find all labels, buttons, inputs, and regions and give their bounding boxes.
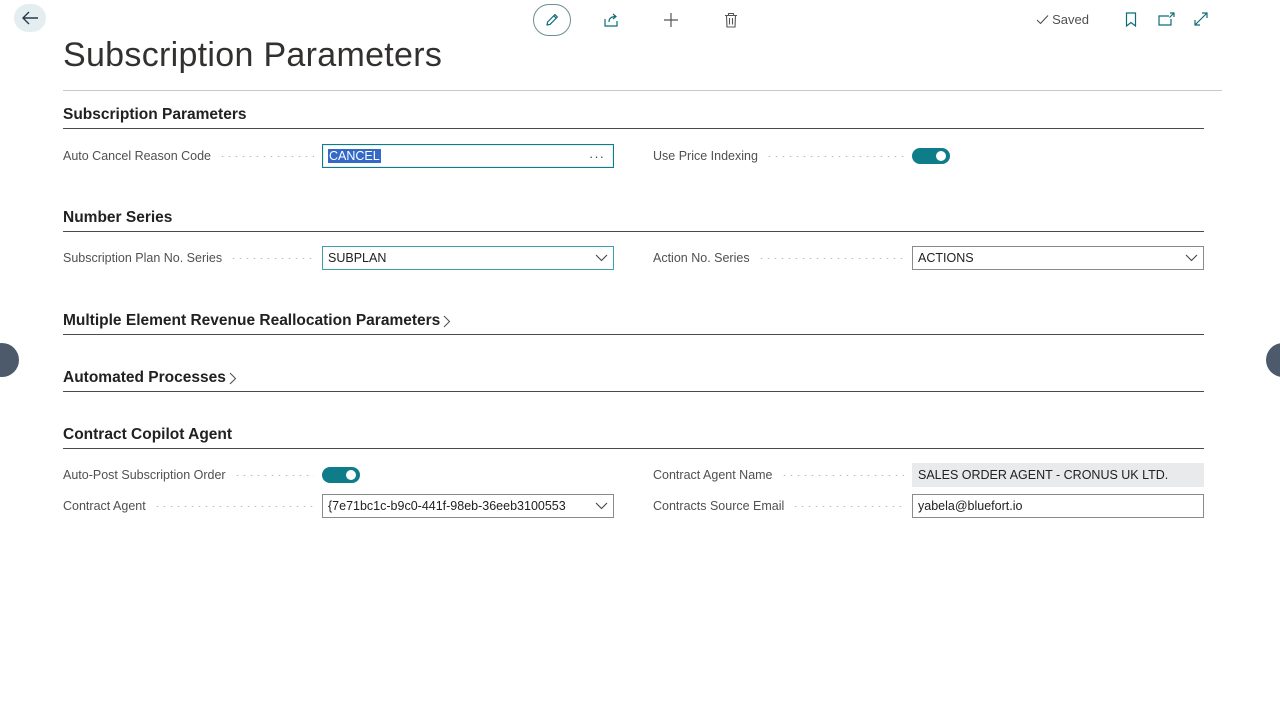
- ellipsis-icon[interactable]: ···: [589, 149, 608, 164]
- section-header[interactable]: Number Series: [63, 205, 1204, 232]
- leader-dots: [792, 505, 904, 507]
- subscription-plan-no-series-select[interactable]: SUBPLAN: [322, 246, 614, 270]
- section-contract-copilot-agent: Contract Copilot Agent: [63, 422, 1204, 449]
- section-number-series: Number Series: [63, 205, 1204, 232]
- field-label: Use Price Indexing: [653, 149, 758, 163]
- field-subscription-plan-no-series: Subscription Plan No. Series SUBPLAN: [63, 246, 614, 270]
- field-label: Auto-Post Subscription Order: [63, 468, 226, 482]
- chevron-right-icon: [443, 315, 451, 328]
- field-label: Auto Cancel Reason Code: [63, 149, 212, 163]
- contract-agent-name-value: SALES ORDER AGENT - CRONUS UK LTD.: [912, 463, 1204, 487]
- auto-post-subscription-order-toggle[interactable]: [322, 467, 360, 483]
- section-header[interactable]: Multiple Element Revenue Reallocation Pa…: [63, 308, 1204, 335]
- section-merr-parameters: Multiple Element Revenue Reallocation Pa…: [63, 308, 1204, 335]
- auto-cancel-reason-code-input[interactable]: CANCEL ···: [322, 144, 614, 168]
- field-label: Contracts Source Email: [653, 499, 785, 513]
- section-title: Automated Processes: [63, 369, 226, 386]
- delete-button[interactable]: [715, 4, 747, 36]
- chevron-right-icon: [229, 372, 237, 385]
- expand-icon: [1194, 12, 1208, 26]
- field-action-no-series: Action No. Series ACTIONS: [653, 246, 1204, 270]
- section-title: Subscription Parameters: [63, 106, 247, 123]
- contracts-source-email-input[interactable]: yabela@bluefort.io: [912, 494, 1204, 518]
- delete-icon: [725, 12, 737, 28]
- use-price-indexing-toggle[interactable]: [912, 148, 950, 164]
- field-value: CANCEL: [328, 149, 381, 163]
- field-use-price-indexing: Use Price Indexing: [653, 144, 1204, 168]
- field-contracts-source-email: Contracts Source Email yabela@bluefort.i…: [653, 494, 1204, 518]
- edit-pencil-icon: [546, 14, 558, 26]
- bookmark-button[interactable]: [1116, 4, 1146, 34]
- field-auto-post-subscription-order: Auto-Post Subscription Order: [63, 463, 614, 487]
- leader-dots: [230, 257, 314, 259]
- field-label: Action No. Series: [653, 251, 750, 265]
- field-value: ACTIONS: [918, 251, 974, 265]
- section-title: Multiple Element Revenue Reallocation Pa…: [63, 312, 441, 329]
- leader-dots: [757, 257, 904, 259]
- section-title: Contract Copilot Agent: [63, 426, 233, 443]
- open-new-window-icon: [1157, 12, 1175, 26]
- back-button[interactable]: [14, 4, 46, 32]
- action-toolbar: [533, 4, 747, 36]
- expand-button[interactable]: [1186, 4, 1216, 34]
- field-contract-agent-name: Contract Agent Name SALES ORDER AGENT - …: [653, 463, 1204, 487]
- leader-dots: [153, 505, 314, 507]
- open-new-window-button[interactable]: [1151, 4, 1181, 34]
- field-label: Subscription Plan No. Series: [63, 251, 223, 265]
- next-record-button[interactable]: [1266, 343, 1280, 377]
- leader-dots: [219, 155, 314, 157]
- field-label: Contract Agent: [63, 499, 146, 513]
- new-button[interactable]: [655, 4, 687, 36]
- edit-button[interactable]: [533, 4, 571, 36]
- page-tools: Saved: [1036, 4, 1216, 34]
- chevron-down-icon[interactable]: [591, 502, 608, 510]
- section-title: Number Series: [63, 209, 173, 226]
- contract-agent-select[interactable]: {7e71bc1c-b9c0-441f-98eb-36eeb3100553: [322, 494, 614, 518]
- check-icon: [1036, 14, 1049, 24]
- field-label: Contract Agent Name: [653, 468, 773, 482]
- saved-label: Saved: [1052, 11, 1089, 27]
- field-contract-agent: Contract Agent {7e71bc1c-b9c0-441f-98eb-…: [63, 494, 614, 518]
- page-title: Subscription Parameters: [63, 36, 443, 74]
- leader-dots: [233, 474, 314, 476]
- previous-record-button[interactable]: [0, 343, 19, 377]
- leader-dots: [765, 155, 904, 157]
- title-divider: [63, 90, 1222, 91]
- share-icon: [604, 13, 618, 27]
- leader-dots: [780, 474, 904, 476]
- share-button[interactable]: [595, 4, 627, 36]
- section-subscription-parameters: Subscription Parameters: [63, 102, 1204, 129]
- action-no-series-select[interactable]: ACTIONS: [912, 246, 1204, 270]
- section-automated-processes: Automated Processes: [63, 365, 1204, 392]
- field-value: SUBPLAN: [328, 251, 387, 265]
- back-arrow-icon: [22, 11, 38, 25]
- field-auto-cancel-reason-code: Auto Cancel Reason Code CANCEL ···: [63, 144, 614, 168]
- chevron-down-icon[interactable]: [591, 254, 608, 262]
- field-value: SALES ORDER AGENT - CRONUS UK LTD.: [918, 468, 1169, 482]
- section-header[interactable]: Automated Processes: [63, 365, 1204, 392]
- section-header[interactable]: Contract Copilot Agent: [63, 422, 1204, 449]
- section-header[interactable]: Subscription Parameters: [63, 102, 1204, 129]
- saved-status: Saved: [1036, 12, 1089, 27]
- field-value: {7e71bc1c-b9c0-441f-98eb-36eeb3100553: [328, 499, 566, 513]
- field-value: yabela@bluefort.io: [918, 499, 1023, 513]
- bookmark-icon: [1125, 11, 1137, 27]
- plus-icon: [664, 13, 678, 27]
- chevron-down-icon[interactable]: [1181, 254, 1198, 262]
